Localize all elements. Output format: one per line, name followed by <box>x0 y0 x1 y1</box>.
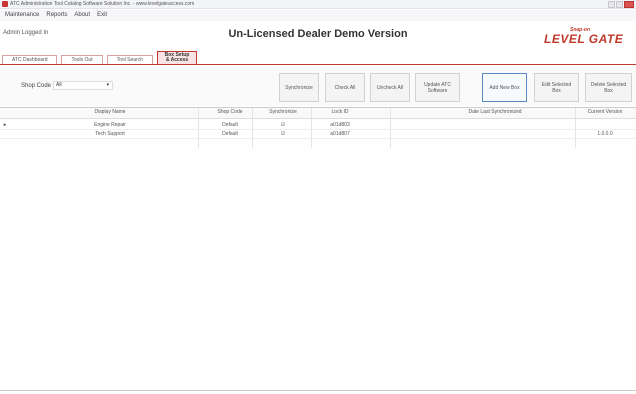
grid-bottom-border <box>0 390 636 391</box>
window-controls <box>608 1 634 8</box>
sync-checkbox[interactable]: ☑ <box>258 130 308 139</box>
app-icon <box>2 1 8 7</box>
col-shop-code[interactable]: Shop Code <box>205 108 255 117</box>
menu-reports[interactable]: Reports <box>46 10 67 21</box>
cell-display-name: Tech Support <box>95 131 125 137</box>
tab-strip: ATC Dashboard Tools Out Tool Search Box … <box>2 50 198 65</box>
table-header: Display Name Shop Code Synchronize Lock … <box>0 108 636 119</box>
toolbar: Shop Code All ▾ Synchronize Check All Un… <box>0 66 636 106</box>
col-lock-id[interactable]: Lock ID <box>320 108 360 117</box>
cell-lock-id: a01d803 <box>330 122 350 128</box>
menu-bar: Maintenance Reports About Exit <box>0 10 636 21</box>
synchronize-button[interactable]: Synchronize <box>279 73 319 102</box>
chevron-down-icon: ▾ <box>106 82 109 88</box>
edit-selected-box-button[interactable]: Edit Selected Box <box>534 73 579 102</box>
cell-current-version: 1.0.0.0 <box>597 131 613 137</box>
title-bar: ATC Administration Tool Catalog Software… <box>0 0 636 9</box>
col-display-name[interactable]: Display Name <box>60 108 160 117</box>
minimize-button[interactable] <box>608 1 615 8</box>
check-all-button[interactable]: Check All <box>325 73 365 102</box>
shop-code-value: All <box>56 82 62 88</box>
add-new-box-button[interactable]: Add New Box <box>482 73 527 102</box>
logo-mark: LEVEL GATE <box>544 32 624 46</box>
menu-about[interactable]: About <box>74 10 90 21</box>
maximize-button[interactable] <box>616 1 623 8</box>
page-title: Un-Licensed Dealer Demo Version <box>228 28 408 40</box>
col-synchronize[interactable]: Synchronize <box>258 108 308 117</box>
delete-selected-box-button[interactable]: Delete Selected Box <box>585 73 632 102</box>
shop-code-label: Shop Code <box>21 83 52 89</box>
tab-box-setup-access[interactable]: Box Setup & Access <box>157 51 198 65</box>
sync-checkbox[interactable]: ☑ <box>258 121 308 130</box>
table-row[interactable]: Tech Support Default ☑ a01d807 1.0.0.0 <box>0 130 636 139</box>
col-date-last-sync[interactable]: Date Last Synchronized <box>440 108 550 117</box>
brand-logo: Snap-on LEVEL GATE <box>544 27 632 49</box>
box-table: Display Name Shop Code Synchronize Lock … <box>0 107 636 390</box>
cell-shop-code: Default <box>222 122 238 128</box>
cell-shop-code: Default <box>222 131 238 137</box>
close-button[interactable] <box>624 1 634 8</box>
row-selector-icon: ▸ <box>3 122 7 128</box>
tab-divider <box>0 64 636 65</box>
cell-lock-id: a01d807 <box>330 131 350 137</box>
update-atc-software-button[interactable]: Update ATC Software <box>415 73 460 102</box>
shop-code-select[interactable]: All ▾ <box>53 81 113 90</box>
cell-display-name: Engine Repair <box>94 122 126 128</box>
col-current-version[interactable]: Current Version <box>575 108 635 117</box>
uncheck-all-button[interactable]: Uncheck All <box>370 73 410 102</box>
header: Admin Logged In Un-Licensed Dealer Demo … <box>0 26 636 44</box>
menu-exit[interactable]: Exit <box>97 10 107 21</box>
table-row[interactable]: ▸ Engine Repair Default ☑ a01d803 <box>0 121 636 130</box>
menu-maintenance[interactable]: Maintenance <box>5 10 39 21</box>
window-title: ATC Administration Tool Catalog Software… <box>10 1 195 7</box>
